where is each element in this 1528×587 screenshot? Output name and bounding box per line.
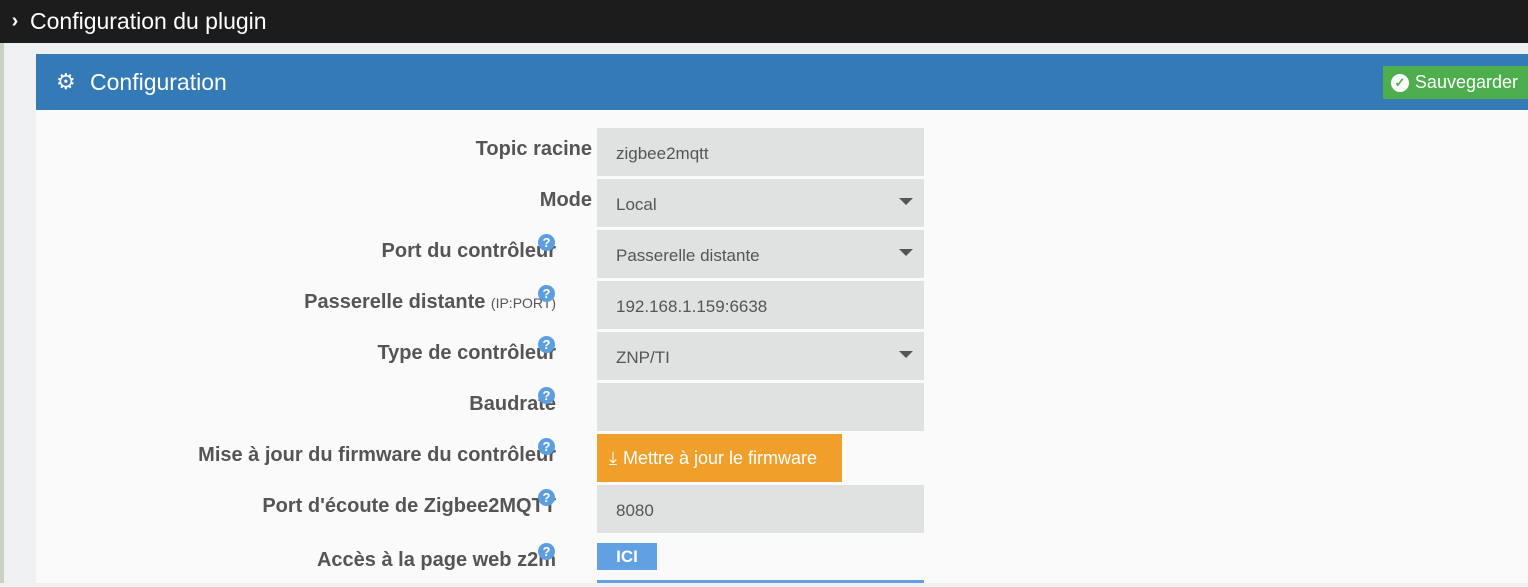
field-label: Type de contrôleur: [377, 342, 556, 364]
port-ecoute-input[interactable]: 8080: [597, 485, 924, 533]
config-form: Topic racine zigbee2mqtt Mode Local Port…: [36, 110, 1528, 583]
field-label: Port d'écoute de Zigbee2MQTT: [262, 495, 556, 517]
download-icon: ⤓: [609, 447, 617, 468]
field-label: Mode: [539, 189, 592, 211]
panel-header: ⚙ Configuration ✓ Sauvegarder: [36, 54, 1528, 110]
save-button[interactable]: ✓ Sauvegarder: [1382, 66, 1528, 99]
panel-title: Configuration: [90, 68, 227, 95]
type-controleur-select[interactable]: ZNP/TI: [597, 332, 924, 380]
caret-down-icon: [899, 198, 913, 205]
row-topic-racine: Topic racine zigbee2mqtt: [36, 128, 1528, 176]
caret-down-icon: [899, 351, 913, 358]
open-z2m-button[interactable]: ICI: [597, 543, 657, 570]
select-value: Local: [616, 195, 657, 214]
row-mode: Mode Local: [36, 179, 1528, 227]
row-type-controleur: Type de contrôleur ? ZNP/TI: [36, 332, 1528, 380]
plugin-config-header[interactable]: › Configuration du plugin: [0, 0, 1528, 43]
label-text: Passerelle distante: [304, 291, 486, 313]
row-port-controleur: Port du contrôleur ? Passerelle distante: [36, 230, 1528, 278]
help-icon[interactable]: ?: [538, 543, 555, 560]
row-passerelle-distante: Passerelle distante (IP:PORT) ? 192.168.…: [36, 281, 1528, 329]
row-port-ecoute: Port d'écoute de Zigbee2MQTT ? 8080: [36, 485, 1528, 533]
save-label: Sauvegarder: [1414, 72, 1518, 92]
field-label: Accès à la page web z2m: [316, 549, 556, 571]
baudrate-input[interactable]: [597, 383, 924, 431]
help-icon[interactable]: ?: [538, 234, 555, 251]
caret-down-icon: [899, 249, 913, 256]
help-icon[interactable]: ?: [538, 285, 555, 302]
row-baudrate: Baudrate ?: [36, 383, 1528, 431]
field-label: Mise à jour du firmware du contrôleur: [198, 444, 556, 466]
help-icon[interactable]: ?: [538, 438, 555, 455]
field-label: Passerelle distante (IP:PORT): [304, 291, 556, 314]
help-icon[interactable]: ?: [538, 489, 555, 506]
gears-icon: ⚙: [56, 69, 76, 94]
field-label: Topic racine: [475, 138, 592, 160]
button-label: Mettre à jour le firmware: [622, 447, 818, 468]
help-icon[interactable]: ?: [538, 336, 555, 353]
check-circle-icon: ✓: [1390, 73, 1409, 92]
port-controleur-select[interactable]: Passerelle distante: [597, 230, 924, 278]
mode-select[interactable]: Local: [597, 179, 924, 227]
row-firmware: Mise à jour du firmware du contrôleur ? …: [36, 434, 1528, 482]
field-label: Port du contrôleur: [381, 240, 556, 262]
help-icon[interactable]: ?: [538, 387, 555, 404]
topic-racine-input[interactable]: zigbee2mqtt: [597, 128, 924, 176]
update-firmware-button[interactable]: ⤓ Mettre à jour le firmware: [597, 434, 842, 482]
select-value: ZNP/TI: [616, 348, 670, 367]
left-strip: [0, 43, 4, 583]
page-title: Configuration du plugin: [30, 8, 267, 34]
select-value: Passerelle distante: [616, 246, 760, 265]
chevron-right-icon: ›: [11, 10, 19, 32]
passerelle-input[interactable]: 192.168.1.159:6638: [597, 281, 924, 329]
